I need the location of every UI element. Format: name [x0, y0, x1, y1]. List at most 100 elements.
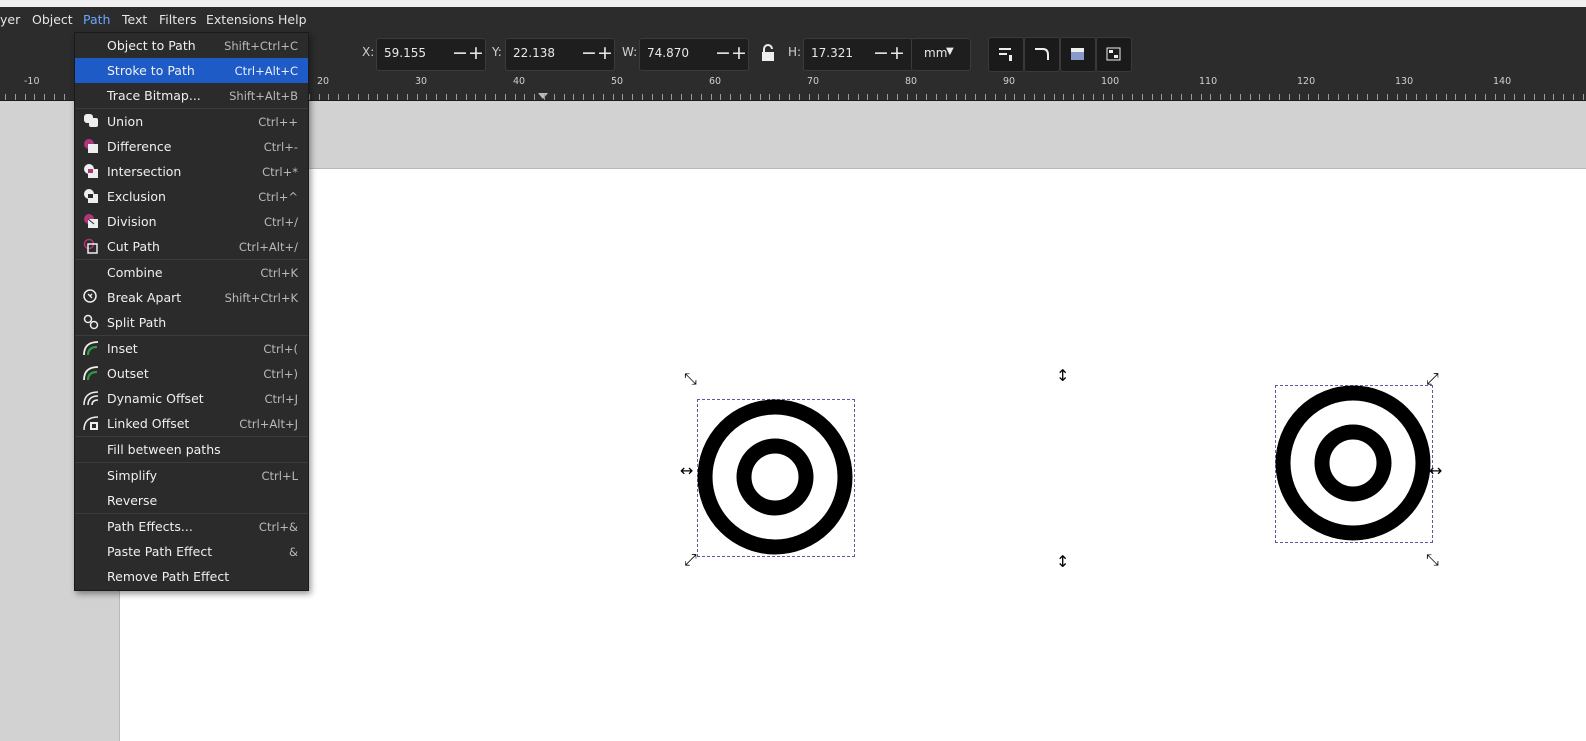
lock-icon[interactable]	[760, 44, 776, 62]
ruler-tick	[1269, 94, 1271, 100]
w-value: 74.870	[647, 46, 689, 60]
ruler-tick	[730, 94, 732, 100]
ruler-tick	[759, 94, 761, 100]
ruler-tick	[1455, 94, 1457, 100]
menu-item-linked-offset[interactable]: Linked Offset Ctrl+Alt+J	[75, 411, 308, 436]
menu-help[interactable]: Help	[278, 7, 307, 32]
minus-icon[interactable]: −	[452, 43, 468, 63]
ruler-tick	[573, 94, 575, 100]
menu-item-path-effects[interactable]: Path Effects... Ctrl+&	[75, 514, 308, 539]
menu-object[interactable]: Object	[32, 7, 73, 32]
ruler-tick	[357, 94, 359, 100]
y-field[interactable]: 22.138 − +	[505, 38, 615, 71]
ruler-tick	[1288, 94, 1290, 100]
menu-item-paste-path-effect[interactable]: Paste Path Effect &	[75, 539, 308, 564]
ruler-tick	[14, 94, 16, 100]
menu-text[interactable]: Text	[122, 7, 147, 32]
scale-handle-left-icon[interactable]: ↔	[680, 461, 693, 480]
ruler-label: 140	[1493, 76, 1512, 87]
menu-item-reverse[interactable]: Reverse	[75, 488, 308, 513]
minus-icon[interactable]: −	[581, 43, 597, 63]
menu-item-dynamic-offset[interactable]: Dynamic Offset Ctrl+J	[75, 386, 308, 411]
menu-item-label: Simplify	[107, 468, 158, 483]
ruler-tick	[1073, 94, 1075, 100]
plus-icon[interactable]: +	[468, 43, 484, 63]
menu-item-shortcut: Ctrl+-	[263, 140, 298, 154]
minus-icon[interactable]: −	[873, 43, 889, 63]
ruler-tick	[828, 94, 830, 100]
menu-item-trace-bitmap[interactable]: Trace Bitmap... Shift+Alt+B	[75, 83, 308, 108]
target-circle-left[interactable]	[697, 399, 853, 555]
move-gradients-button[interactable]	[1060, 37, 1096, 72]
menu-item-shortcut: Shift+Alt+B	[229, 89, 298, 103]
y-label: Y:	[492, 45, 502, 59]
ruler-tick	[1161, 94, 1163, 100]
menu-item-exclusion[interactable]: Exclusion Ctrl+^	[75, 184, 308, 209]
menu-filters[interactable]: Filters	[159, 7, 196, 32]
dynamic-offset-icon	[83, 391, 99, 406]
ruler-tick	[1220, 94, 1222, 100]
ruler-tick	[622, 94, 624, 100]
h-field[interactable]: 17.321 − +	[803, 38, 913, 71]
scale-handle-top-right-icon[interactable]: ⤢	[1426, 369, 1439, 389]
menu-item-simplify[interactable]: Simplify Ctrl+L	[75, 463, 308, 488]
plus-icon[interactable]: +	[731, 43, 747, 63]
unit-dropdown[interactable]: mm ▼	[911, 38, 971, 71]
ruler-tick	[318, 94, 320, 100]
menu-item-intersection[interactable]: Intersection Ctrl+*	[75, 159, 308, 184]
menu-item-shortcut: Ctrl+(	[263, 342, 298, 356]
menu-item-fill-between-paths[interactable]: Fill between paths	[75, 437, 308, 462]
scale-handle-bottom-left-icon[interactable]: ⤢	[684, 550, 697, 570]
menu-item-outset[interactable]: Outset Ctrl+)	[75, 361, 308, 386]
plus-icon[interactable]: +	[889, 43, 905, 63]
scale-handle-bottom-icon[interactable]: ↕	[1056, 552, 1069, 571]
menu-item-label: Paste Path Effect	[107, 544, 213, 559]
menu-item-division[interactable]: Division Ctrl+/	[75, 209, 308, 234]
menu-item-difference[interactable]: Difference Ctrl+-	[75, 134, 308, 159]
menu-item-remove-path-effect[interactable]: Remove Path Effect	[75, 564, 308, 589]
ruler-tick	[1181, 94, 1182, 100]
scale-stroke-icon	[999, 48, 1012, 61]
menu-layer[interactable]: yer	[0, 7, 20, 32]
ruler-tick	[1377, 94, 1378, 100]
menu-item-label: Difference	[107, 139, 172, 154]
move-patterns-button[interactable]	[1096, 37, 1132, 72]
plus-icon[interactable]: +	[597, 43, 613, 63]
menu-item-combine[interactable]: Combine Ctrl+K	[75, 260, 308, 285]
ruler-tick	[612, 94, 614, 100]
ruler-tick	[1494, 94, 1496, 100]
ruler-tick	[338, 94, 340, 100]
menu-item-shortcut: Ctrl+/	[264, 215, 298, 229]
menu-item-object-to-path[interactable]: Object to Path Shift+Ctrl+C	[75, 33, 308, 58]
menu-extensions[interactable]: Extensions	[206, 7, 274, 32]
menu-item-union[interactable]: Union Ctrl++	[75, 109, 308, 134]
menu-item-stroke-to-path[interactable]: Stroke to Path Ctrl+Alt+C	[75, 58, 308, 83]
ruler-tick	[1426, 94, 1427, 100]
minus-icon[interactable]: −	[715, 43, 731, 63]
scale-handle-top-left-icon[interactable]: ⤡	[684, 369, 697, 389]
menu-item-shortcut: Ctrl+Alt+C	[234, 64, 298, 78]
ruler-tick	[1582, 94, 1584, 100]
scale-stroke-button[interactable]	[988, 37, 1024, 72]
ruler-label: 130	[1395, 76, 1414, 87]
ruler-tick	[1475, 94, 1476, 100]
w-field[interactable]: 74.870 − +	[639, 38, 749, 71]
menu-item-cut-path[interactable]: Cut Path Ctrl+Alt+/	[75, 234, 308, 259]
scale-corners-button[interactable]	[1024, 37, 1060, 72]
ruler-tick	[1347, 94, 1349, 100]
menu-path[interactable]: Path	[83, 7, 110, 32]
ruler-tick	[975, 94, 977, 100]
target-circle-right[interactable]	[1275, 385, 1431, 541]
scale-handle-right-icon[interactable]: ↔	[1429, 461, 1442, 480]
ruler-tick	[24, 94, 26, 100]
menu-item-inset[interactable]: Inset Ctrl+(	[75, 336, 308, 361]
x-field[interactable]: 59.155 − +	[376, 38, 486, 71]
menu-item-break-apart[interactable]: Break Apart Shift+Ctrl+K	[75, 285, 308, 310]
scale-handle-bottom-right-icon[interactable]: ⤡	[1426, 550, 1439, 570]
ruler-tick	[1279, 94, 1280, 100]
scale-handle-top-icon[interactable]: ↕	[1056, 366, 1069, 385]
ruler-tick	[514, 94, 516, 100]
menu-item-split-path[interactable]: Split Path	[75, 310, 308, 335]
menu-item-label: Split Path	[107, 315, 167, 330]
ruler-tick	[1083, 94, 1084, 100]
